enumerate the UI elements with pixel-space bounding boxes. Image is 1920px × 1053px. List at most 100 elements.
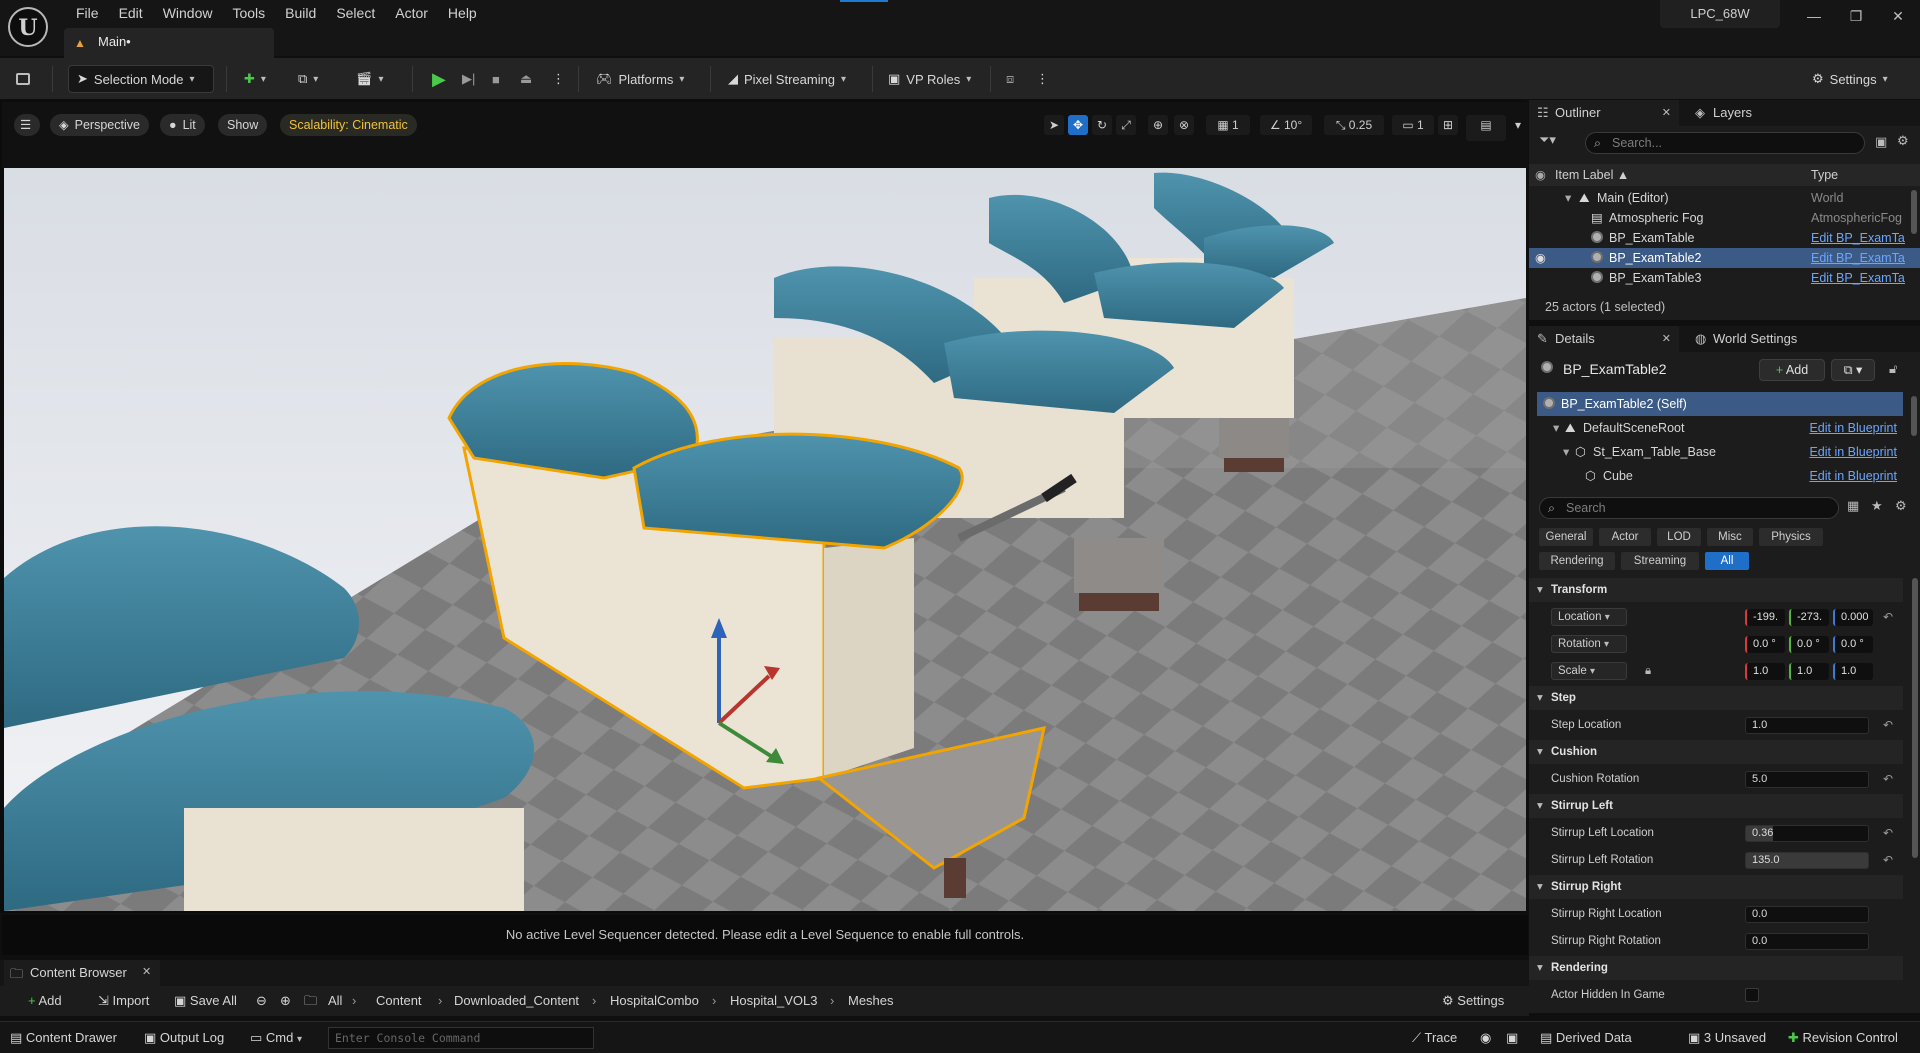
import-button[interactable]: ⇲ Import bbox=[98, 986, 149, 1016]
level-viewport[interactable]: ☰ ◈ Perspective ● Lit Show Scalability: … bbox=[0, 100, 1528, 955]
selection-mode-dropdown[interactable]: ➤ Selection Mode ▾ bbox=[68, 65, 214, 93]
console-command-input[interactable]: Enter Console Command bbox=[328, 1027, 594, 1049]
viewport-size-icon[interactable]: ▤ bbox=[1466, 115, 1506, 141]
tab-outliner[interactable]: ☷ Outliner ✕ bbox=[1529, 100, 1679, 126]
viewport-scene[interactable] bbox=[4, 168, 1526, 911]
lock-icon[interactable]: 🔒︎ bbox=[1645, 658, 1651, 684]
location-x-field[interactable]: -199. bbox=[1745, 609, 1785, 626]
play-options-button[interactable]: ⋮ bbox=[552, 65, 565, 93]
filter-lod[interactable]: LOD bbox=[1657, 528, 1701, 546]
restore-icon[interactable]: ❐ bbox=[1842, 6, 1870, 26]
record-icon[interactable]: ◉ bbox=[1480, 1022, 1491, 1053]
show-button[interactable]: Show bbox=[218, 114, 268, 136]
grid-snap-toggle[interactable]: ▦ 1 bbox=[1206, 115, 1250, 135]
eject-button[interactable]: ⏏ bbox=[520, 65, 532, 93]
derived-data-button[interactable]: ▤ Derived Data bbox=[1540, 1022, 1632, 1053]
tab-world-settings[interactable]: ◍ World Settings bbox=[1687, 326, 1827, 352]
cinematics-button[interactable]: 🎬︎ ▾ bbox=[356, 65, 384, 93]
outliner-row[interactable]: BP_ExamTable3 Edit BP_ExamTable3 bbox=[1529, 268, 1920, 288]
gear-icon[interactable]: ⚙ bbox=[1895, 498, 1907, 514]
chevron-down-icon[interactable]: ▾ bbox=[1508, 115, 1528, 135]
location-dropdown[interactable]: Location ▾ bbox=[1551, 608, 1627, 626]
cmd-dropdown[interactable]: ▭ Cmd ▾ bbox=[250, 1022, 302, 1053]
close-icon[interactable]: ✕ bbox=[142, 965, 151, 978]
rotate-tool-icon[interactable]: ↻ bbox=[1092, 115, 1112, 135]
play-button[interactable]: ▶ bbox=[432, 65, 446, 93]
actor-hidden-checkbox[interactable] bbox=[1745, 988, 1759, 1002]
tab-content-browser[interactable]: 🗀 Content Browser ✕ bbox=[4, 960, 160, 986]
tab-details[interactable]: ✎ Details ✕ bbox=[1529, 326, 1679, 352]
blueprint-options-button[interactable]: ⧉ ▾ bbox=[1831, 359, 1875, 381]
breadcrumb-all[interactable]: All bbox=[328, 986, 342, 1016]
column-item-label[interactable]: Item Label ▲ bbox=[1555, 164, 1629, 186]
outliner-row[interactable]: BP_ExamTable Edit BP_ExamTable bbox=[1529, 228, 1920, 248]
star-icon[interactable]: ★ bbox=[1871, 498, 1883, 514]
stirrup-right-rotation-field[interactable]: 0.0 bbox=[1745, 933, 1869, 950]
scale-z-field[interactable]: 1.0 bbox=[1833, 663, 1873, 680]
tab-layers[interactable]: ◈ Layers bbox=[1687, 100, 1787, 126]
menu-edit[interactable]: Edit bbox=[109, 2, 153, 22]
cb-add-button[interactable]: + Add bbox=[28, 986, 62, 1016]
settings-button[interactable]: ⚙ Settings ▾ bbox=[1812, 65, 1888, 93]
menu-tools[interactable]: Tools bbox=[222, 2, 275, 22]
filter-icon[interactable]: ⏷▾ bbox=[1539, 132, 1556, 148]
translate-tool-icon[interactable]: ✥ bbox=[1068, 115, 1088, 135]
close-window-icon[interactable]: ✕ bbox=[1884, 6, 1912, 26]
breadcrumb-content[interactable]: Content bbox=[376, 986, 422, 1016]
component-row[interactable]: ⬡ Cube Edit in Blueprint bbox=[1537, 464, 1903, 488]
coordinate-system-icon[interactable]: ⊕ bbox=[1148, 115, 1168, 135]
viewport-menu-icon[interactable]: ☰ bbox=[14, 114, 40, 136]
details-search-input[interactable]: ⌕ Search bbox=[1539, 497, 1839, 519]
scale-y-field[interactable]: 1.0 bbox=[1789, 663, 1829, 680]
view-mode-button[interactable]: ● Lit bbox=[160, 114, 205, 136]
content-drawer-button[interactable]: ▤ Content Drawer bbox=[10, 1022, 117, 1053]
select-tool-icon[interactable]: ➤ bbox=[1044, 115, 1064, 135]
viewport-layout-icon[interactable]: ⊞ bbox=[1438, 115, 1458, 135]
scale-tool-icon[interactable]: ⤢ bbox=[1116, 115, 1136, 135]
vp-roles-button[interactable]: ▣ VP Roles ▾ bbox=[888, 65, 971, 93]
lock-icon[interactable]: 🔓︎ bbox=[1889, 361, 1897, 377]
reset-arrow-icon[interactable]: ↶ bbox=[1883, 847, 1893, 873]
stop-button[interactable]: ■ bbox=[492, 65, 500, 93]
stirrup-right-location-field[interactable]: 0.0 bbox=[1745, 906, 1869, 923]
save-all-button[interactable]: ▣ Save All bbox=[174, 986, 237, 1016]
menu-window[interactable]: Window bbox=[153, 2, 223, 22]
breadcrumb-downloaded-content[interactable]: Downloaded_Content bbox=[454, 986, 579, 1016]
outliner-search-input[interactable]: ⌕ Search... bbox=[1585, 132, 1865, 154]
breadcrumb-hospitalcombo[interactable]: HospitalCombo bbox=[610, 986, 699, 1016]
scale-snap-toggle[interactable]: ⤡ 0.25 bbox=[1324, 115, 1384, 135]
section-rendering[interactable]: Rendering bbox=[1529, 956, 1903, 980]
components-scrollbar[interactable] bbox=[1911, 396, 1917, 436]
scale-dropdown[interactable]: Scale ▾ bbox=[1551, 662, 1627, 680]
add-component-button[interactable]: + Add bbox=[1759, 359, 1825, 381]
minimize-icon[interactable]: — bbox=[1800, 6, 1828, 26]
more-options-button[interactable]: ⋮ bbox=[1036, 65, 1049, 93]
section-stirrup-left[interactable]: Stirrup Left bbox=[1529, 794, 1903, 818]
menu-build[interactable]: Build bbox=[275, 2, 326, 22]
platforms-button[interactable]: 🎮︎ Platforms ▾ bbox=[596, 65, 684, 93]
location-y-field[interactable]: -273. bbox=[1789, 609, 1829, 626]
output-log-button[interactable]: ▣ Output Log bbox=[144, 1022, 224, 1053]
filter-general[interactable]: General bbox=[1539, 528, 1593, 546]
advance-frame-button[interactable]: ▶| bbox=[462, 65, 475, 93]
component-row-selected[interactable]: BP_ExamTable2 (Self) bbox=[1537, 392, 1903, 416]
menu-select[interactable]: Select bbox=[326, 2, 385, 22]
breadcrumb-meshes[interactable]: Meshes bbox=[848, 986, 894, 1016]
pixel-streaming-button[interactable]: ◢ Pixel Streaming ▾ bbox=[728, 65, 846, 93]
component-row[interactable]: ▾ ⬡ St_Exam_Table_Base Edit in Blueprint bbox=[1537, 440, 1903, 464]
outliner-scrollbar[interactable] bbox=[1911, 190, 1917, 234]
location-z-field[interactable]: 0.000 bbox=[1833, 609, 1873, 626]
outliner-row[interactable]: ▤ Atmospheric Fog AtmosphericFog bbox=[1529, 208, 1920, 228]
blueprints-button[interactable]: ⧉ ▾ bbox=[298, 65, 318, 93]
stirrup-left-location-slider[interactable]: 0.36 bbox=[1745, 825, 1869, 842]
scale-x-field[interactable]: 1.0 bbox=[1745, 663, 1785, 680]
camera-speed-button[interactable]: ▭ 1 bbox=[1392, 115, 1434, 135]
property-matrix-icon[interactable]: ▦ bbox=[1847, 498, 1859, 514]
rotation-x-field[interactable]: 0.0 ° bbox=[1745, 636, 1785, 653]
visibility-icon[interactable]: ◉ bbox=[1535, 248, 1546, 268]
unsaved-button[interactable]: ▣ 3 Unsaved bbox=[1688, 1022, 1766, 1053]
breadcrumb-hospital-vol3[interactable]: Hospital_VOL3 bbox=[730, 986, 817, 1016]
filter-physics[interactable]: Physics bbox=[1759, 528, 1823, 546]
expand-arrow-icon[interactable]: ▾ bbox=[1565, 188, 1571, 208]
step-location-field[interactable]: 1.0 bbox=[1745, 717, 1869, 734]
